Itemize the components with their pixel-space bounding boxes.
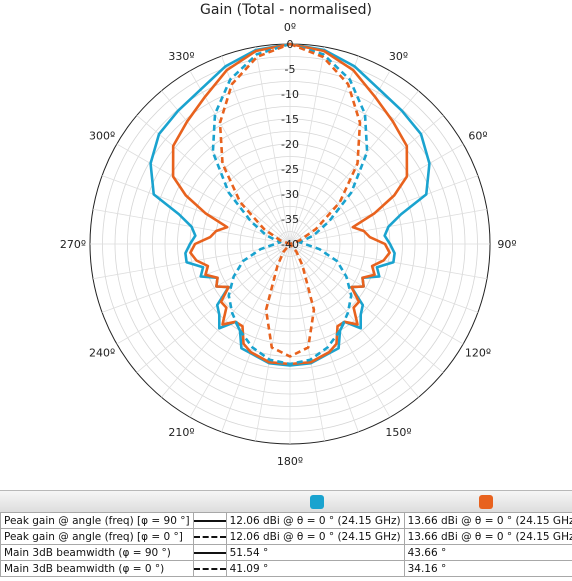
- legend-row: Peak gain @ angle (freq) [φ = 0 °] 12.06 …: [0, 528, 572, 545]
- series-b-swatch[interactable]: [479, 495, 493, 509]
- legend-row: Peak gain @ angle (freq) [φ = 90 °] 12.06…: [0, 512, 572, 529]
- angle-tick-label: 270º: [60, 238, 86, 251]
- angle-tick-label: 240º: [89, 347, 115, 360]
- dashed-line-sample: [193, 535, 226, 538]
- radial-tick-label: 0: [287, 38, 294, 51]
- angle-tick-label: 330º: [168, 50, 194, 63]
- legend-table: Peak gain @ angle (freq) [φ = 90 °] 12.06…: [0, 512, 572, 577]
- solid-line-sample: [193, 519, 226, 522]
- solid-line-sample: [193, 551, 226, 554]
- series-a-swatch[interactable]: [310, 495, 324, 509]
- radial-tick-label: -10: [281, 88, 299, 101]
- legend-line-style: [192, 560, 227, 577]
- angle-tick-label: 120º: [465, 347, 491, 360]
- radial-tick-label: -15: [281, 113, 299, 126]
- legend-row-label: Main 3dB beamwidth (φ = 90 °): [0, 544, 194, 561]
- angle-tick-label: 30º: [389, 50, 408, 63]
- radial-tick-label: -35: [281, 213, 299, 226]
- legend-value-a: 12.06 dBi @ θ = 0 ° (24.15 GHz): [225, 512, 405, 529]
- legend-value-b: 13.66 dBi @ θ = 0 ° (24.15 GHz): [403, 528, 572, 545]
- radial-tick-label: -30: [281, 188, 299, 201]
- legend-value-b: 43.66 °: [403, 544, 572, 561]
- angle-tick-label: 60º: [468, 130, 487, 143]
- legend-row: Main 3dB beamwidth (φ = 0 °) 41.09 ° 34.16…: [0, 560, 572, 577]
- legend-row-label: Peak gain @ angle (freq) [φ = 0 °]: [0, 528, 194, 545]
- polar-chart: 0 -5 -10 -15 -20 -25 -30 -35 -40 0º 30º 60º 90º 120º 1…: [60, 21, 517, 468]
- angle-tick-label: 300º: [89, 130, 115, 143]
- dashed-line-sample: [193, 567, 226, 570]
- angle-tick-label: 0º: [284, 21, 296, 34]
- legend-row: Main 3dB beamwidth (φ = 90 °) 51.54 ° 43.6…: [0, 544, 572, 561]
- legend-line-style: [192, 528, 227, 545]
- radial-tick-label: -40: [281, 238, 299, 251]
- legend-line-style: [192, 544, 227, 561]
- radial-tick-label: -20: [281, 138, 299, 151]
- legend-value-b: 13.66 dBi @ θ = 0 ° (24.15 GHz): [403, 512, 572, 529]
- legend-header: [0, 490, 572, 513]
- radial-tick-label: -25: [281, 163, 299, 176]
- legend-value-b: 34.16 °: [403, 560, 572, 577]
- angle-tick-label: 180º: [277, 455, 303, 468]
- legend-row-label: Peak gain @ angle (freq) [φ = 90 °]: [0, 512, 194, 529]
- labels: 0 -5 -10 -15 -20 -25 -30 -35 -40 0º 30º 60º 90º 120º 1…: [60, 21, 517, 468]
- angle-tick-label: 90º: [497, 238, 516, 251]
- legend-panel: Peak gain @ angle (freq) [φ = 90 °] 12.06…: [0, 490, 572, 581]
- legend-line-style: [192, 512, 227, 529]
- legend-row-label: Main 3dB beamwidth (φ = 0 °): [0, 560, 194, 577]
- legend-value-a: 12.06 dBi @ θ = 0 ° (24.15 GHz): [225, 528, 405, 545]
- radial-tick-label: -5: [285, 63, 296, 76]
- angle-tick-label: 150º: [385, 426, 411, 439]
- legend-value-a: 41.09 °: [225, 560, 405, 577]
- angle-tick-label: 210º: [168, 426, 194, 439]
- legend-value-a: 51.54 °: [225, 544, 405, 561]
